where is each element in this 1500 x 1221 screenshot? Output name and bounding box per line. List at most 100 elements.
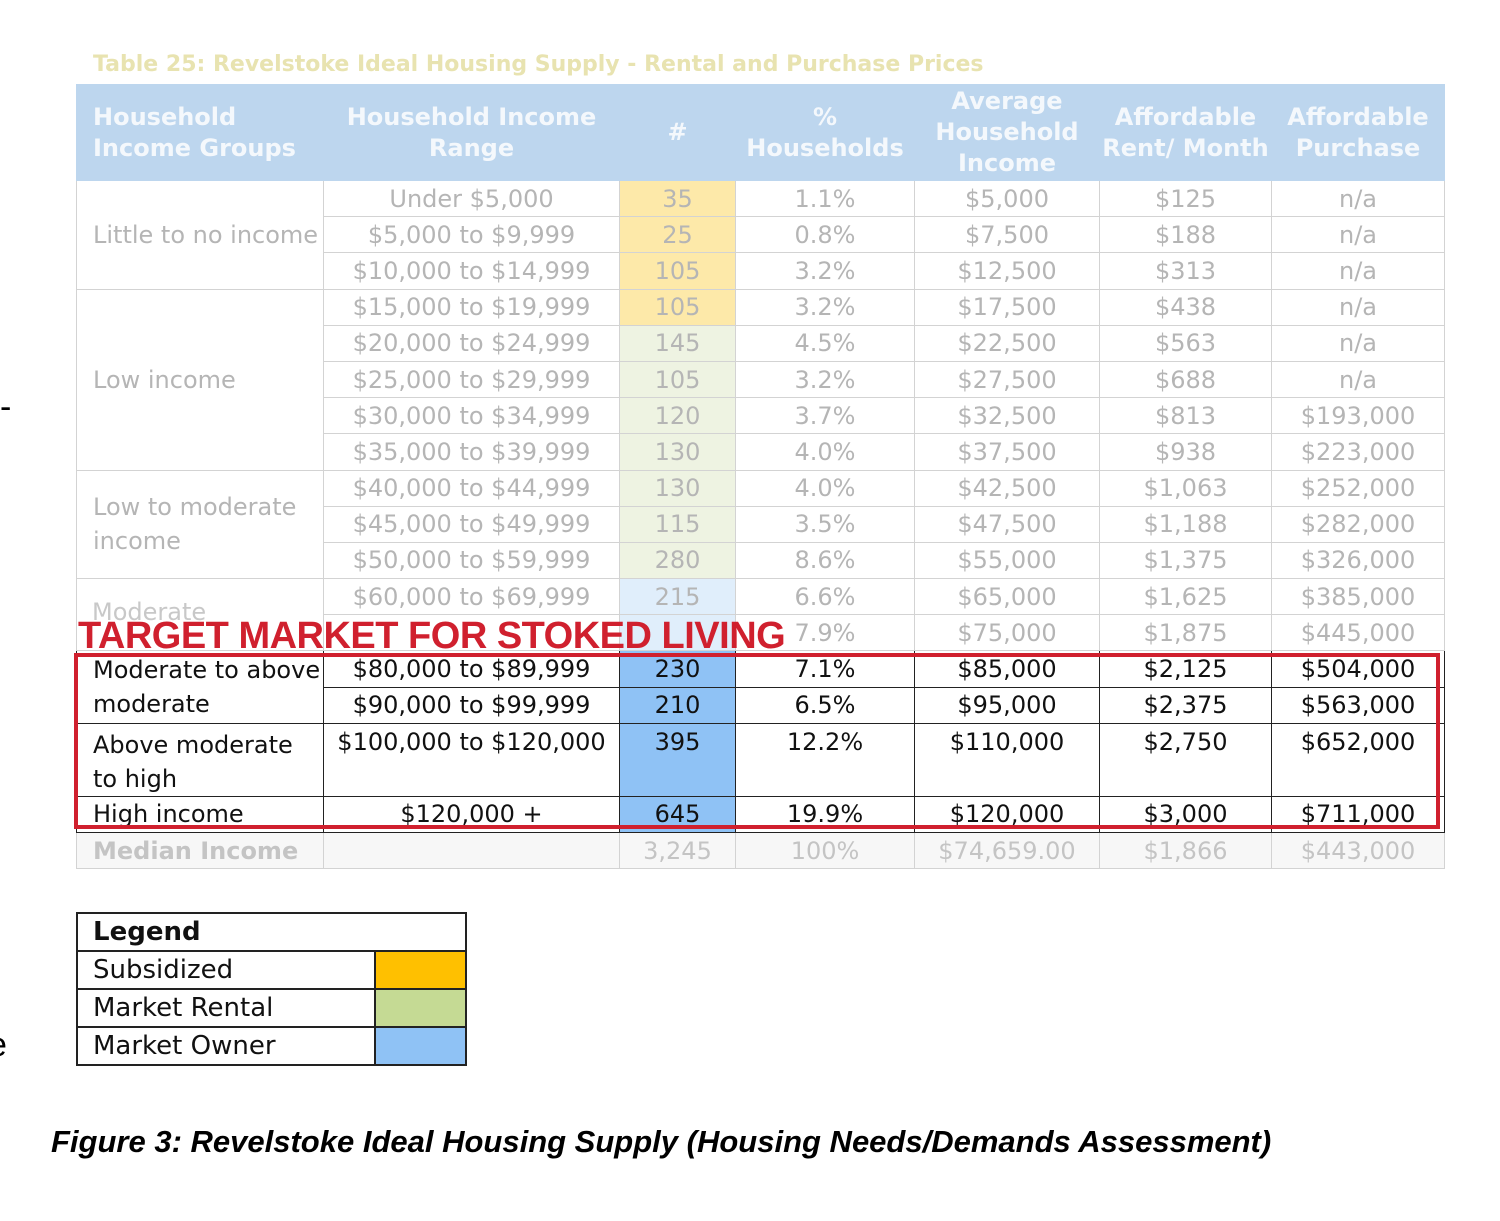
cell-count: 35 <box>619 179 736 218</box>
cell-purchase: $504,000 <box>1271 650 1445 688</box>
cell-average: $5,000 <box>914 179 1100 218</box>
cell-rent: $188 <box>1099 216 1272 254</box>
cell-range: $90,000 to $99,999 <box>323 686 620 724</box>
cell-rent: $1,188 <box>1099 505 1272 543</box>
cell-average: $75,000 <box>914 614 1100 652</box>
cell-purchase: n/a <box>1271 252 1445 290</box>
legend-label-subsidized: Subsidized <box>76 950 376 990</box>
cell-rent: $2,750 <box>1099 722 1272 797</box>
cell-average: $27,500 <box>914 360 1100 399</box>
cell-count: 280 <box>619 541 736 580</box>
cell-rent: $313 <box>1099 252 1272 290</box>
cell-percent: 3.2% <box>735 288 915 326</box>
cell-purchase: $326,000 <box>1271 541 1445 580</box>
group-moderate-to-above-moderate: Moderate to above moderate <box>76 650 324 724</box>
cell-purchase: n/a <box>1271 288 1445 326</box>
cell-purchase: $711,000 <box>1271 795 1445 834</box>
legend-title: Legend <box>75 912 468 952</box>
cell-average: $42,500 <box>914 469 1100 507</box>
table-title: Table 25: Revelstoke Ideal Housing Suppl… <box>93 52 984 77</box>
cell-purchase: n/a <box>1271 360 1445 399</box>
cell-count: 25 <box>619 216 736 254</box>
cell-rent: $125 <box>1099 179 1272 218</box>
cell-percent: 3.5% <box>735 505 915 543</box>
group-low-income: Low income <box>76 288 324 471</box>
cell-rent: $1,875 <box>1099 614 1272 652</box>
table-row: Low income $15,000 to $19,999 105 3.2% $… <box>76 288 1445 471</box>
cell-purchase: $563,000 <box>1271 686 1445 724</box>
median-row: Median Income 3,245 100% $74,659.00 $1,8… <box>76 831 1445 870</box>
cell-count: 105 <box>619 288 736 326</box>
median-purchase: $443,000 <box>1271 831 1445 870</box>
figure-caption: Figure 3: Revelstoke Ideal Housing Suppl… <box>51 1124 1272 1159</box>
cell-rent: $1,625 <box>1099 578 1272 616</box>
cell-range: $60,000 to $69,999 <box>323 578 620 616</box>
group-low-to-moderate-income: Low to moderate income <box>76 469 324 580</box>
cell-percent: 12.2% <box>735 722 915 797</box>
cell-range: $45,000 to $49,999 <box>323 505 620 543</box>
target-market-label: TARGET MARKET FOR STOKED LIVING <box>78 615 786 657</box>
header-average-income: Average Household Income <box>914 84 1100 181</box>
cell-range <box>323 831 620 870</box>
cell-range: Under $5,000 <box>323 179 620 218</box>
cell-range: $120,000 + <box>323 795 620 834</box>
cell-percent: 3.7% <box>735 397 915 435</box>
cell-percent: 4.0% <box>735 469 915 507</box>
cell-range: $20,000 to $24,999 <box>323 324 620 362</box>
legend-label-market-rental: Market Rental <box>76 988 376 1028</box>
cell-percent: 19.9% <box>735 795 915 834</box>
table-row: Little to no income Under $5,000 35 1.1%… <box>76 179 1445 290</box>
cell-range: $50,000 to $59,999 <box>323 541 620 580</box>
cell-percent: 4.5% <box>735 324 915 362</box>
cell-average: $17,500 <box>914 288 1100 326</box>
cell-purchase: $252,000 <box>1271 469 1445 507</box>
cell-average: $22,500 <box>914 324 1100 362</box>
median-average: $74,659.00 <box>914 831 1100 870</box>
cell-purchase: $652,000 <box>1271 722 1445 797</box>
cell-percent: 4.0% <box>735 433 915 471</box>
cell-count: 395 <box>619 722 736 797</box>
table-row: High income $120,000 + 645 19.9% $120,00… <box>76 795 1445 834</box>
cell-average: $12,500 <box>914 252 1100 290</box>
cell-rent: $3,000 <box>1099 795 1272 834</box>
cell-rent: $438 <box>1099 288 1272 326</box>
cell-average: $7,500 <box>914 216 1100 254</box>
header-percent-households: % Households <box>735 84 915 181</box>
cell-count: 115 <box>619 505 736 543</box>
cell-purchase: $223,000 <box>1271 433 1445 471</box>
cell-rent: $563 <box>1099 324 1272 362</box>
header-income-groups: Household Income Groups <box>76 84 324 181</box>
cell-percent: 3.2% <box>735 360 915 399</box>
table-row: Low to moderate income $40,000 to $44,99… <box>76 469 1445 580</box>
median-label: Median Income <box>76 831 324 870</box>
housing-supply-table: Household Income Groups Household Income… <box>76 84 1445 870</box>
cell-purchase: n/a <box>1271 179 1445 218</box>
cell-rent: $938 <box>1099 433 1272 471</box>
edge-fragment-mark: e <box>0 1026 7 1065</box>
cell-count: 130 <box>619 433 736 471</box>
header-affordable-rent: Affordable Rent/ Month <box>1099 84 1272 181</box>
legend: Legend Subsidized Market Rental Market O… <box>75 912 468 1066</box>
cell-average: $37,500 <box>914 433 1100 471</box>
cell-purchase: n/a <box>1271 324 1445 362</box>
legend-swatch-market-owner <box>373 1026 468 1066</box>
cell-rent: $688 <box>1099 360 1272 399</box>
cell-average: $95,000 <box>914 686 1100 724</box>
cell-rent: $1,375 <box>1099 541 1272 580</box>
header-count: # <box>619 84 736 181</box>
cell-range: $35,000 to $39,999 <box>323 433 620 471</box>
cell-average: $120,000 <box>914 795 1100 834</box>
cell-average: $65,000 <box>914 578 1100 616</box>
cell-purchase: n/a <box>1271 216 1445 254</box>
cell-range: $15,000 to $19,999 <box>323 288 620 326</box>
cell-purchase: $385,000 <box>1271 578 1445 616</box>
cell-purchase: $193,000 <box>1271 397 1445 435</box>
cell-range: $40,000 to $44,999 <box>323 469 620 507</box>
cell-percent: 3.2% <box>735 252 915 290</box>
cell-percent: 0.8% <box>735 216 915 254</box>
edge-fragment-mark: - <box>0 388 12 426</box>
cell-range: $100,000 to $120,000 <box>323 722 620 797</box>
cell-percent: 8.6% <box>735 541 915 580</box>
header-affordable-purchase: Affordable Purchase <box>1271 84 1445 181</box>
legend-swatch-market-rental <box>373 988 468 1028</box>
